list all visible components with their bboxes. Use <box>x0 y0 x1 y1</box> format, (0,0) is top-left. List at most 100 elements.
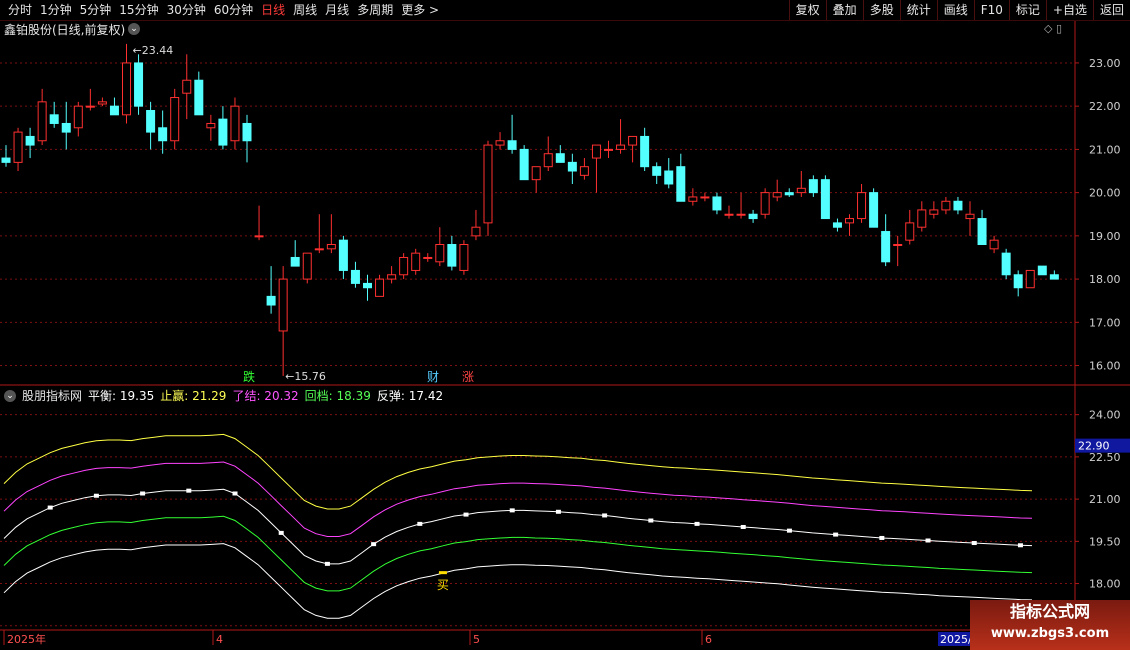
candle <box>977 218 987 246</box>
chevron-down-icon[interactable]: ⌄ <box>4 389 16 402</box>
indicator-tick-label: 22.50 <box>1089 451 1121 464</box>
candle <box>796 187 806 194</box>
candle <box>760 192 770 215</box>
balance-dot <box>740 524 746 529</box>
candle <box>869 192 879 228</box>
balance-dot <box>555 509 561 514</box>
balance-dot <box>186 488 192 493</box>
candle <box>519 148 529 181</box>
candle <box>748 213 758 220</box>
candle <box>61 122 71 133</box>
candle <box>278 278 288 332</box>
buy-label: 买 <box>437 578 449 592</box>
candle <box>736 213 746 216</box>
line-liaojie <box>3 461 1033 537</box>
candle <box>929 209 939 215</box>
indicator-tick-label: 18.00 <box>1089 578 1121 591</box>
line-fantan <box>3 543 1033 619</box>
balance-dot <box>324 561 330 566</box>
candle <box>49 114 59 124</box>
candle <box>941 200 951 211</box>
balance-dot <box>602 513 608 518</box>
candle <box>652 166 662 176</box>
candle <box>459 244 469 271</box>
price-tick-label: 21.00 <box>1089 143 1121 156</box>
candle <box>628 135 638 146</box>
candle <box>134 62 144 107</box>
candle <box>13 131 23 163</box>
indicator-tick-label: 21.00 <box>1089 493 1121 506</box>
candle <box>85 105 95 108</box>
candle <box>326 244 336 250</box>
candle <box>447 244 457 267</box>
price-tick-label: 22.00 <box>1089 100 1121 113</box>
candle <box>170 97 180 142</box>
balance-dot <box>833 532 839 537</box>
candle <box>832 222 842 228</box>
candle <box>905 222 915 241</box>
candle <box>881 231 891 263</box>
candle <box>158 127 168 142</box>
die-marker: 跌 <box>243 369 255 384</box>
candle <box>350 269 360 284</box>
indicator-tick-label: 24.00 <box>1089 409 1121 422</box>
watermark-title: 指标公式网 <box>1009 602 1090 621</box>
candle <box>483 144 493 224</box>
candle <box>676 166 686 202</box>
candle <box>917 209 927 228</box>
candle <box>1025 269 1035 289</box>
balance-dot <box>278 530 284 535</box>
candle <box>664 170 674 185</box>
balance-dot <box>417 521 423 526</box>
candle <box>194 79 204 116</box>
balance-dot <box>47 505 53 510</box>
buy-marker <box>438 571 447 575</box>
candle <box>989 239 999 250</box>
candle <box>1001 252 1011 276</box>
candle <box>1013 274 1023 289</box>
candle <box>555 153 565 163</box>
time-label: 4 <box>216 633 223 646</box>
price-tick-label: 18.00 <box>1089 273 1121 286</box>
balance-dot <box>463 512 469 517</box>
candle <box>290 256 300 267</box>
candle <box>314 248 324 251</box>
time-label: 5 <box>473 633 480 646</box>
candle <box>688 196 698 202</box>
candle <box>953 200 963 211</box>
price-tick-label: 23.00 <box>1089 57 1121 70</box>
candle <box>206 122 216 129</box>
low-price-label: ←15.76 <box>285 370 326 383</box>
indicator-legend: ⌄ 股朋指标网 平衡: 19.35 止赢: 21.29 了结: 20.32 回档: 1… <box>4 387 443 404</box>
candle <box>37 101 47 142</box>
time-cursor-label: 2025/ <box>940 633 972 646</box>
candle <box>1037 265 1047 276</box>
candle <box>73 105 83 129</box>
price-tick-label: 16.00 <box>1089 360 1121 373</box>
balance-dot <box>93 493 99 498</box>
candle <box>182 79 192 94</box>
current-value-label: 22.90 <box>1078 440 1110 453</box>
candle <box>845 218 854 224</box>
balance-dot <box>786 528 792 533</box>
candle <box>700 196 710 199</box>
candle <box>218 118 228 146</box>
candle <box>543 153 553 168</box>
candle <box>122 62 131 116</box>
balance-dot <box>694 521 700 526</box>
price-tick-label: 17.00 <box>1089 316 1121 329</box>
indicator-tick-label: 19.50 <box>1089 535 1121 548</box>
balance-dot <box>879 535 885 540</box>
zhang-marker: 涨 <box>462 369 474 384</box>
cai-marker: 财 <box>427 370 439 384</box>
candle <box>579 166 589 176</box>
indicator-value-1: 止赢: 21.29 <box>160 389 227 403</box>
candle <box>604 148 613 151</box>
candle <box>965 213 975 220</box>
candle <box>808 179 818 194</box>
candle <box>387 274 397 280</box>
candle <box>567 161 577 172</box>
candle <box>302 252 312 280</box>
candle <box>712 196 722 211</box>
candle <box>375 278 385 297</box>
